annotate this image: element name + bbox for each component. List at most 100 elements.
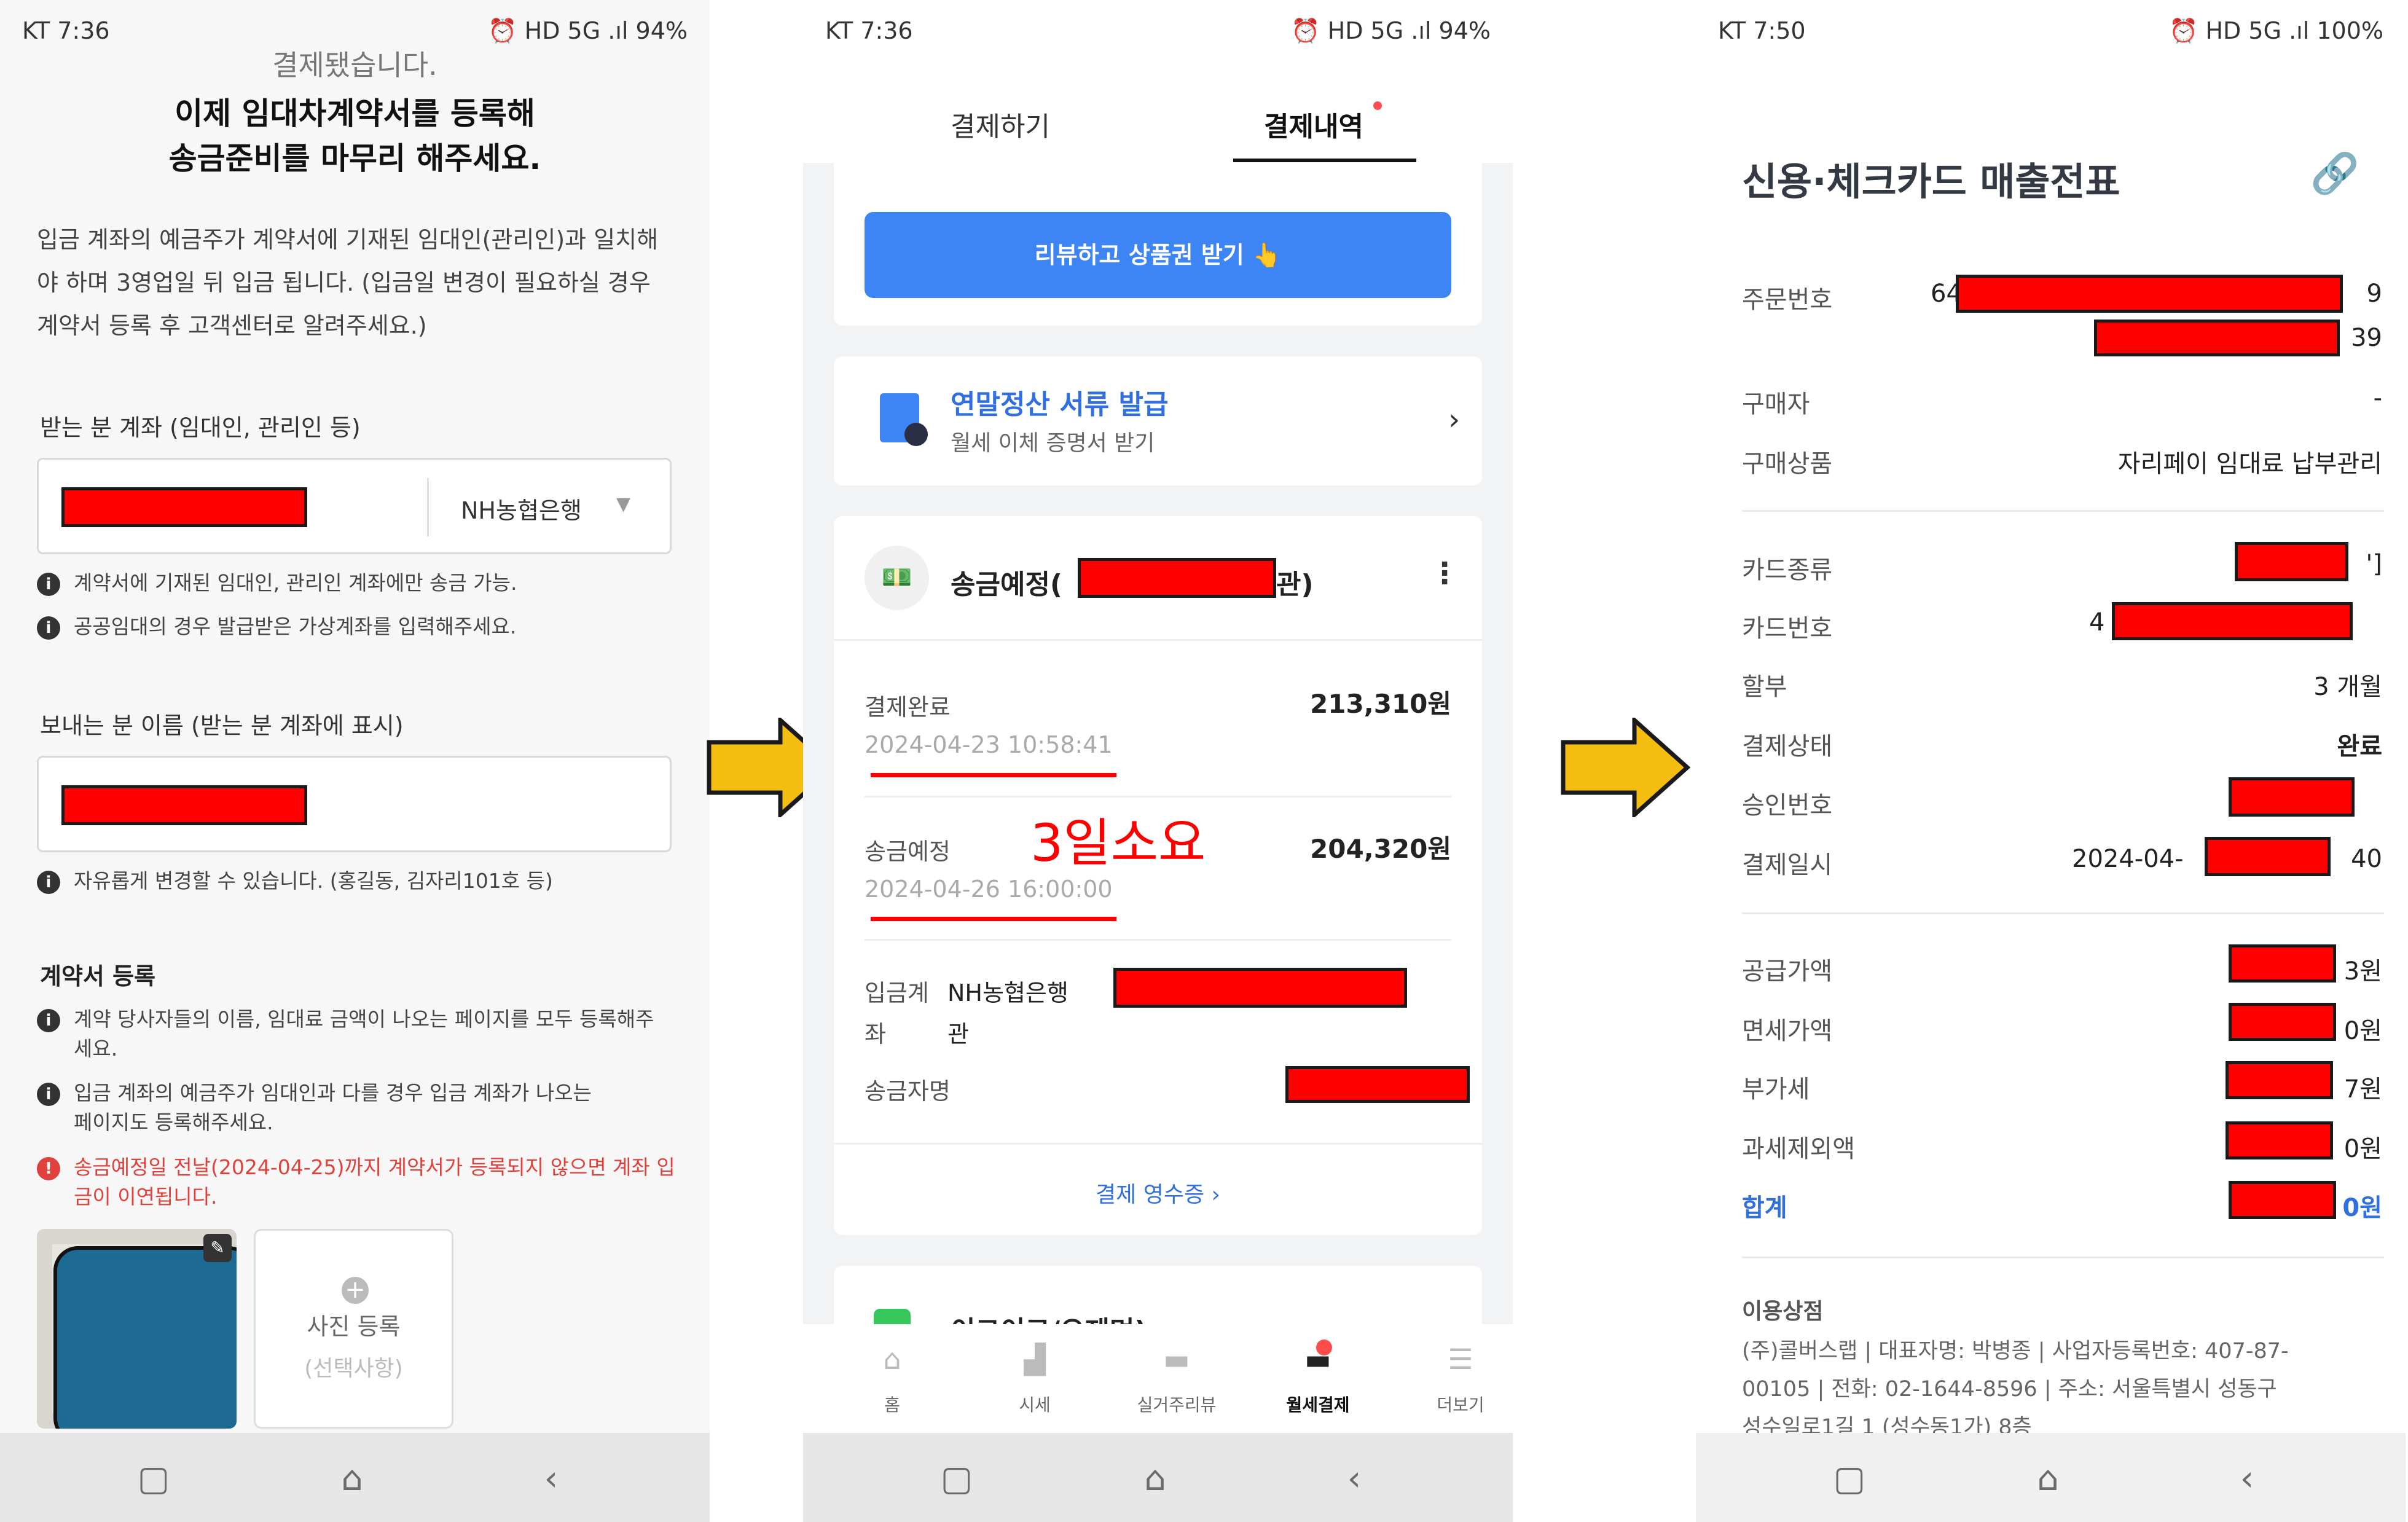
redacted-card-number xyxy=(2112,602,2353,640)
card-type-suffix: '] xyxy=(2366,550,2382,578)
link-icon[interactable]: 🔗 xyxy=(2310,151,2359,197)
sender-name-label: 보내는 분 이름 (받는 분 계좌에 표시) xyxy=(40,712,404,739)
info-icon: i xyxy=(37,616,60,640)
bottom-tab-bar: ⌂ 홈 ▟ 시세 ▬ 실거주리뷰 ▬ 월세결제 ☰ 더보기 xyxy=(803,1324,1513,1435)
merchant-line2: 00105 | 전화: 02-1644-8596 | 주소: 서울특별시 성동구 xyxy=(1742,1377,2277,1402)
redacted-sender-name xyxy=(61,785,307,825)
tab-price[interactable]: 시세 xyxy=(973,1392,1096,1416)
review-card: 리뷰하고 상품권 받기 👆 xyxy=(834,163,1482,326)
system-nav-bar: ▢ ⌂ ‹ xyxy=(0,1433,710,1522)
taxfree-amount-label: 면세가액 xyxy=(1742,1017,1833,1045)
supply-amount-suffix: 3원 xyxy=(2343,957,2382,986)
add-photo-button[interactable]: + 사진 등록 (선택사항) xyxy=(254,1229,453,1429)
tax-document-card[interactable]: 연말정산 서류 발급 월세 이체 증명서 받기 › xyxy=(834,356,1482,485)
section-divider xyxy=(1742,510,2384,512)
receipt-title: 신용·체크카드 매출전표 xyxy=(1742,159,2120,204)
tax-excluded-suffix: 0원 xyxy=(2343,1135,2382,1163)
installment-label: 할부 xyxy=(1742,673,1787,701)
row1-amount: 213,310원 xyxy=(1310,689,1451,719)
chat-tab-icon[interactable]: ▬ xyxy=(1158,1343,1195,1376)
redacted-taxfree-amount xyxy=(2229,1003,2336,1041)
back-icon[interactable]: ‹ xyxy=(1333,1457,1376,1500)
annotation-underline-2 xyxy=(871,917,1116,921)
home-tab-icon[interactable]: ⌂ xyxy=(874,1343,911,1376)
edit-icon[interactable]: ✎ xyxy=(203,1234,232,1262)
info-line-1: i 계약서에 기재된 임대인, 관리인 계좌에만 송금 가능. xyxy=(37,568,517,598)
chevron-right-icon: › xyxy=(1448,402,1461,437)
receiver-account-field[interactable]: NH농협은행 ▼ xyxy=(37,458,672,554)
menu-tab-icon[interactable]: ☰ xyxy=(1442,1343,1479,1376)
sender-name-field[interactable] xyxy=(37,756,672,852)
home-icon[interactable]: ⌂ xyxy=(331,1457,374,1500)
contract-info-2-cont: 페이지도 등록해주세요. xyxy=(74,1110,273,1134)
card-title-prefix: 송금예정( xyxy=(951,569,1063,600)
back-icon[interactable]: ‹ xyxy=(530,1457,573,1500)
payment-status-value: 완료 xyxy=(2337,732,2382,761)
plus-icon: + xyxy=(342,1277,369,1304)
redacted-account-number xyxy=(1113,968,1407,1008)
tax-excluded-label: 과세제외액 xyxy=(1742,1135,1855,1163)
merchant-title: 이용상점 xyxy=(1742,1299,1824,1324)
tab-pay[interactable]: 결제하기 xyxy=(951,104,1050,144)
product-value: 자리페이 임대료 납부관리 xyxy=(2117,450,2382,478)
add-photo-optional: (선택사항) xyxy=(304,1356,403,1381)
description-line2: 야 하며 3영업일 뒤 입금 됩니다. (입금일 변경이 필요하실 경우 xyxy=(37,269,651,296)
contract-section-title: 계약서 등록 xyxy=(40,963,156,990)
chevron-down-icon[interactable]: ▼ xyxy=(616,493,630,515)
tab-home[interactable]: 홈 xyxy=(831,1392,954,1416)
headline-line1: 이제 임대차계약서를 등록해 xyxy=(175,96,535,131)
transfer-card: 💵 송금예정( 관) ⋮ 결제완료 213,310원 2024-04-23 10… xyxy=(834,516,1482,1235)
receipt-link[interactable]: 결제 영수증 › xyxy=(834,1177,1482,1209)
notification-dot xyxy=(1316,1340,1332,1355)
receiver-account-label: 받는 분 계좌 (임대인, 관리인 등) xyxy=(40,414,361,441)
home-icon[interactable]: ⌂ xyxy=(2026,1457,2069,1500)
recents-icon[interactable]: ▢ xyxy=(935,1457,978,1500)
annotation-3days: 3일소요 xyxy=(1030,813,1206,873)
contract-warning: ! 송금예정일 전날(2024-04-25)까지 계약서가 등록되지 않으면 계좌… xyxy=(37,1153,675,1182)
account-holder-suffix: 관 xyxy=(947,1021,969,1048)
redacted-vat xyxy=(2226,1061,2333,1099)
bank-select-value[interactable]: NH농협은행 xyxy=(461,492,582,525)
redacted-card-type xyxy=(2235,542,2348,581)
total-label: 합계 xyxy=(1742,1194,1787,1222)
warning-icon: ! xyxy=(37,1156,60,1180)
screen-contract-registration: KT 7:36 ⏰ HD 5G .ıl 94% 결제됐습니다. 이제 임대차계약… xyxy=(0,0,710,1522)
product-label: 구매상품 xyxy=(1742,450,1833,478)
money-icon: 💵 xyxy=(865,546,929,610)
card-number-label: 카드번호 xyxy=(1742,614,1833,643)
tab-more[interactable]: 더보기 xyxy=(1399,1392,1513,1416)
supply-amount-label: 공급가액 xyxy=(1742,957,1833,986)
description-line3: 계약서 등록 후 고객센터로 알려주세요.) xyxy=(37,312,427,339)
tab-review[interactable]: 실거주리뷰 xyxy=(1115,1392,1238,1416)
chart-tab-icon[interactable]: ▟ xyxy=(1016,1343,1053,1376)
tab-rent-payment[interactable]: 월세결제 xyxy=(1257,1392,1379,1416)
redacted-total xyxy=(2229,1181,2336,1219)
status-bar: KT 7:50 ⏰ HD 5G .ıl 100% xyxy=(1696,0,2406,61)
info-line-3: i 자유롭게 변경할 수 있습니다. (홍길동, 김자리101호 등) xyxy=(37,866,553,896)
account-bank: NH농협은행 xyxy=(947,979,1069,1006)
system-nav-bar: ▢ ⌂ ‹ xyxy=(803,1433,1513,1522)
redacted-photo-overlay xyxy=(53,1246,237,1429)
home-icon[interactable]: ⌂ xyxy=(1134,1457,1177,1500)
tab-header: 결제하기 결제내역 xyxy=(803,49,1513,163)
recents-icon[interactable]: ▢ xyxy=(132,1457,175,1500)
redacted-payment-date xyxy=(2205,837,2331,876)
uploaded-photo-thumbnail[interactable]: ✎ xyxy=(37,1229,237,1429)
payment-date-label: 결제일시 xyxy=(1742,851,1833,879)
order-number-suffix2: 39 xyxy=(2351,324,2382,352)
back-icon[interactable]: ‹ xyxy=(2226,1457,2269,1500)
info-line-2: i 공공임대의 경우 발급받은 가상계좌를 입력해주세요. xyxy=(37,612,516,641)
tab-history[interactable]: 결제내역 xyxy=(1264,104,1363,144)
info-icon: i xyxy=(37,1008,60,1032)
recents-icon[interactable]: ▢ xyxy=(1828,1457,1871,1500)
redacted-order-number xyxy=(1956,275,2343,313)
more-options-icon[interactable]: ⋮ xyxy=(1430,556,1459,590)
redacted-tax-excluded xyxy=(2226,1121,2333,1159)
redacted-sender-name xyxy=(1285,1066,1470,1103)
status-time: KT 7:50 xyxy=(1718,17,1806,44)
status-icons: ⏰ HD 5G .ıl 94% xyxy=(488,17,688,44)
card-divider xyxy=(834,1143,1482,1145)
review-button[interactable]: 리뷰하고 상품권 받기 👆 xyxy=(865,212,1451,298)
taxfree-amount-suffix: 0원 xyxy=(2343,1017,2382,1045)
section-divider xyxy=(1742,912,2384,914)
